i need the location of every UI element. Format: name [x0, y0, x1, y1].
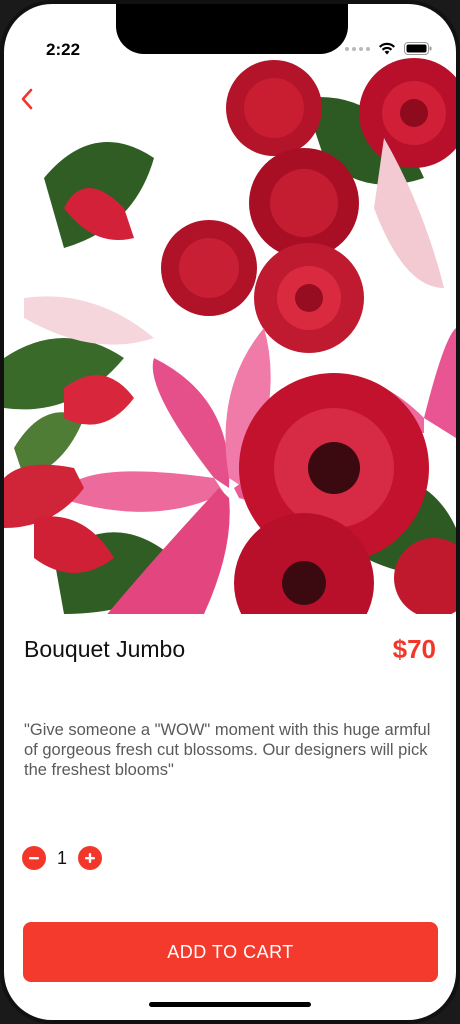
plus-icon [85, 853, 95, 863]
quantity-stepper: 1 [22, 846, 102, 870]
add-to-cart-button[interactable]: ADD TO CART [23, 922, 438, 982]
status-bar: 2:22 [4, 4, 456, 59]
wifi-icon [379, 42, 395, 55]
phone-device: 2:22 Bouquet Jumbo $70 "Give someone a "… [0, 0, 460, 1024]
chevron-left-icon [21, 88, 33, 110]
increment-quantity-button[interactable] [78, 846, 102, 870]
decrement-quantity-button[interactable] [22, 846, 46, 870]
status-time: 2:22 [46, 40, 81, 59]
status-icons [345, 42, 432, 55]
minus-icon [29, 857, 39, 860]
flower-bouquet-image [4, 58, 456, 614]
quantity-value: 1 [56, 847, 67, 868]
back-button[interactable] [12, 84, 42, 114]
product-price: $70 [392, 634, 436, 664]
product-description: "Give someone a "WOW" moment with this h… [24, 721, 431, 779]
product-title: Bouquet Jumbo [24, 636, 186, 662]
home-indicator [149, 1002, 311, 1007]
battery-icon [404, 42, 432, 55]
product-image [4, 58, 456, 614]
app-screen: 2:22 Bouquet Jumbo $70 "Give someone a "… [4, 4, 456, 1020]
cellular-signal-icon [345, 46, 370, 51]
